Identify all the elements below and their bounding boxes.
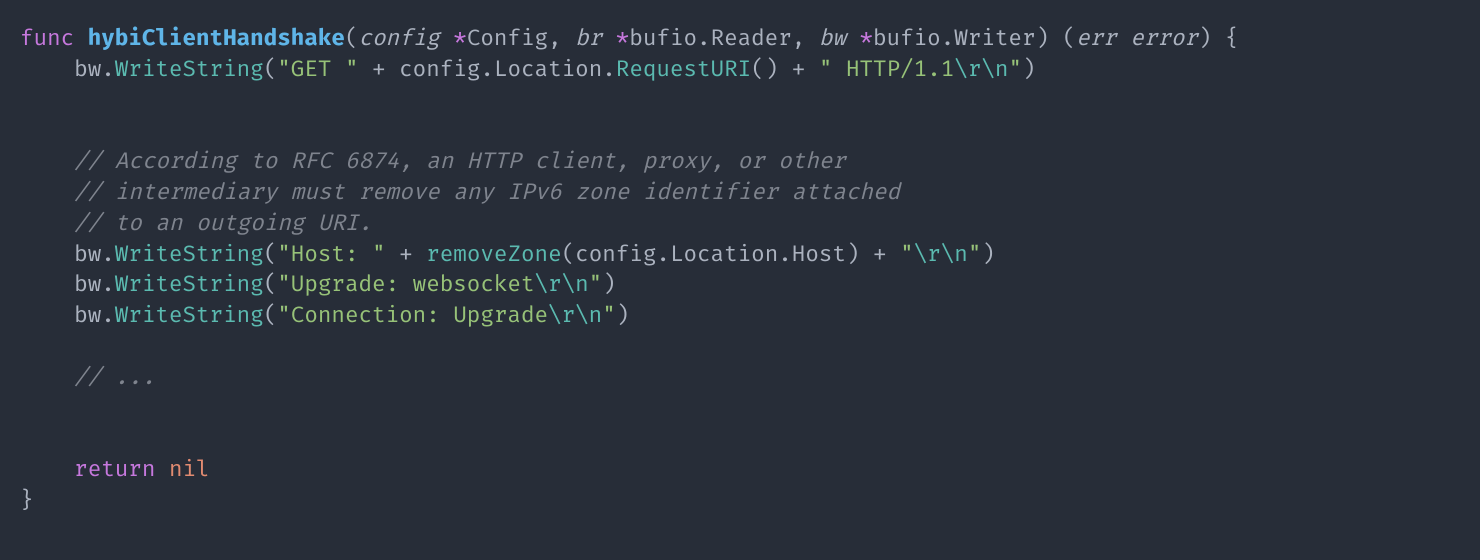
punct: .: [101, 302, 115, 329]
punct: ): [981, 241, 995, 268]
comment-line-3: // to an outgoing URI.: [74, 210, 372, 237]
ret-error: error: [1130, 25, 1198, 52]
keyword-return: return: [74, 456, 155, 483]
prop-location: Location: [494, 56, 602, 83]
op-star: *: [616, 25, 630, 52]
punct: ) {: [1198, 25, 1239, 52]
id-bw: bw: [74, 56, 101, 83]
op-plus: +: [372, 56, 386, 83]
func-name: hybiClientHandshake: [88, 25, 345, 52]
punct: .: [101, 56, 115, 83]
prop-host: Host: [792, 241, 846, 268]
punct: .: [101, 271, 115, 298]
punct: (: [264, 241, 278, 268]
nil-literal: nil: [169, 456, 210, 483]
punct: .: [480, 56, 494, 83]
punct: ) (: [1035, 25, 1076, 52]
punct: ): [846, 241, 860, 268]
op-plus: +: [399, 241, 413, 268]
str-upgrade-ws: "Upgrade: websocket: [277, 271, 534, 298]
comment-line-2: // intermediary must remove any IPv6 zon…: [74, 179, 900, 206]
param-br: br: [575, 25, 602, 52]
comment-line-1: // According to RFC 6874, an HTTP client…: [74, 148, 846, 175]
str-close: ": [1008, 56, 1022, 83]
esc-r: \r: [548, 302, 575, 329]
punct: (: [562, 241, 576, 268]
esc-r: \r: [954, 56, 981, 83]
call-writestring: WriteString: [115, 241, 264, 268]
keyword-func: func: [20, 25, 74, 52]
punct: (: [345, 25, 359, 52]
punct: .: [602, 56, 616, 83]
id-config: config: [399, 56, 480, 83]
esc-n: \n: [575, 302, 602, 329]
str-http11: " HTTP/1.1: [819, 56, 954, 83]
ret-err: err: [1076, 25, 1117, 52]
call-removezone: removeZone: [426, 241, 561, 268]
punct: (): [751, 56, 778, 83]
punct: ,: [792, 25, 819, 52]
str-host: "Host: ": [277, 241, 385, 268]
punct: ): [602, 271, 616, 298]
punct: }: [20, 487, 34, 514]
id-bw: bw: [74, 271, 101, 298]
str-get: "GET ": [277, 56, 358, 83]
str-close: ": [589, 271, 603, 298]
esc-n: \n: [562, 271, 589, 298]
punct: .: [778, 241, 792, 268]
type-writer: bufio.Writer: [873, 25, 1035, 52]
str-close: ": [968, 241, 982, 268]
op-plus: +: [792, 56, 806, 83]
punct: ): [1022, 56, 1036, 83]
comment-ellipsis: // ...: [74, 364, 155, 391]
call-writestring: WriteString: [115, 56, 264, 83]
esc-n: \n: [941, 241, 968, 268]
op-star: *: [453, 25, 467, 52]
op-star: *: [859, 25, 873, 52]
esc-n: \n: [981, 56, 1008, 83]
id-config: config: [575, 241, 656, 268]
esc-r: \r: [535, 271, 562, 298]
punct: (: [264, 302, 278, 329]
punct: ): [616, 302, 630, 329]
punct: .: [656, 241, 670, 268]
prop-location: Location: [670, 241, 778, 268]
id-bw: bw: [74, 302, 101, 329]
type-reader: bufio.Reader: [629, 25, 791, 52]
call-requesturi: RequestURI: [616, 56, 751, 83]
str-rn-open: ": [900, 241, 914, 268]
punct: ,: [548, 25, 575, 52]
call-writestring: WriteString: [115, 271, 264, 298]
str-close: ": [602, 302, 616, 329]
code-block: func hybiClientHandshake(config *Config,…: [0, 0, 1480, 541]
op-plus: +: [873, 241, 887, 268]
param-config: config: [358, 25, 439, 52]
call-writestring: WriteString: [115, 302, 264, 329]
param-bw: bw: [819, 25, 846, 52]
punct: (: [264, 56, 278, 83]
id-bw: bw: [74, 241, 101, 268]
esc-r: \r: [914, 241, 941, 268]
punct: .: [101, 241, 115, 268]
punct: (: [264, 271, 278, 298]
str-conn-upgrade: "Connection: Upgrade: [277, 302, 548, 329]
type-config: Config: [467, 25, 548, 52]
